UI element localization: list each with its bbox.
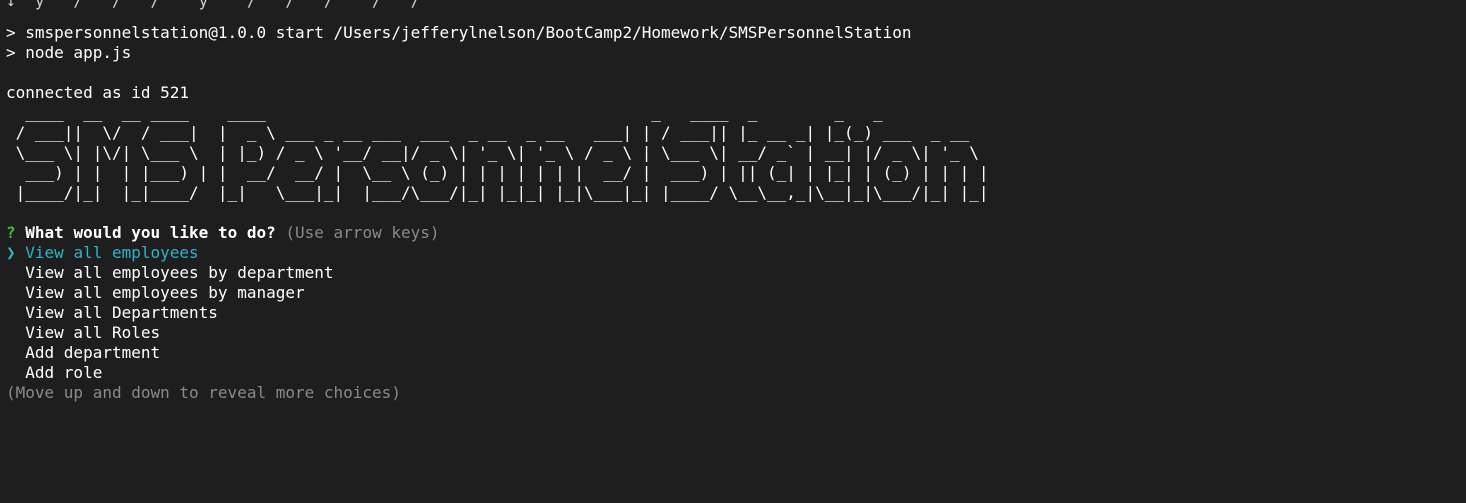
more-choices-hint: (Move up and down to reveal more choices… — [6, 383, 401, 402]
node-command-line: > node app.js — [6, 43, 132, 62]
prompt-question-mark: ? — [6, 223, 16, 242]
prompt-line: ? What would you like to do? (Use arrow … — [6, 223, 1466, 243]
npm-start-line: > smspersonnelstation@1.0.0 start /Users… — [6, 23, 912, 42]
ascii-banner-line: / ___|| \/ / ___| | _ \ ___ _ __ ___ ___… — [6, 123, 970, 142]
choice-list[interactable]: ❯ View all employees View all employees … — [6, 243, 1466, 383]
ascii-banner-line: ____ __ __ ____ ____ _ ____ _ _ _ — [6, 103, 883, 122]
choice-item[interactable]: View all Roles — [6, 323, 1466, 343]
choice-item[interactable]: View all employees by department — [6, 263, 1466, 283]
choice-label: Add department — [25, 343, 161, 362]
choice-label: Add role — [25, 363, 103, 382]
choice-label: View all employees by department — [25, 263, 334, 282]
choice-label: View all Departments — [25, 303, 218, 322]
ascii-banner-line: ___) | | | |___) | | __/ __/ | \__ \ (_)… — [6, 163, 989, 182]
terminal-window[interactable]: ↧ y / / / y / / / / / > smspersonnelstat… — [0, 0, 1466, 503]
choice-label: View all employees by manager — [25, 283, 305, 302]
prompt-hint: (Use arrow keys) — [285, 223, 440, 242]
ascii-banner: ____ __ __ ____ ____ _ ____ _ _ _ / ___|… — [6, 103, 1466, 203]
choice-item[interactable]: Add role — [6, 363, 1466, 383]
connection-status-line: connected as id 521 — [6, 83, 190, 102]
choice-item[interactable]: Add department — [6, 343, 1466, 363]
pointer-icon: ❯ — [6, 243, 16, 262]
ascii-banner-line: \___ \| |\/| \___ \ | |_) / _ \ '__/ __|… — [6, 143, 979, 162]
ascii-banner-line: |____/|_| |_|____/ |_| \___|_| |___/\___… — [6, 183, 989, 202]
choice-label: View all Roles — [25, 323, 161, 342]
choice-label: View all employees — [25, 243, 199, 262]
clipped-previous-line: ↧ y / / / y / / / / / — [6, 0, 421, 10]
prompt-question: What would you like to do? — [25, 223, 276, 242]
choice-item[interactable]: View all Departments — [6, 303, 1466, 323]
choice-item[interactable]: View all employees by manager — [6, 283, 1466, 303]
choice-item-selected[interactable]: ❯ View all employees — [6, 243, 1466, 263]
